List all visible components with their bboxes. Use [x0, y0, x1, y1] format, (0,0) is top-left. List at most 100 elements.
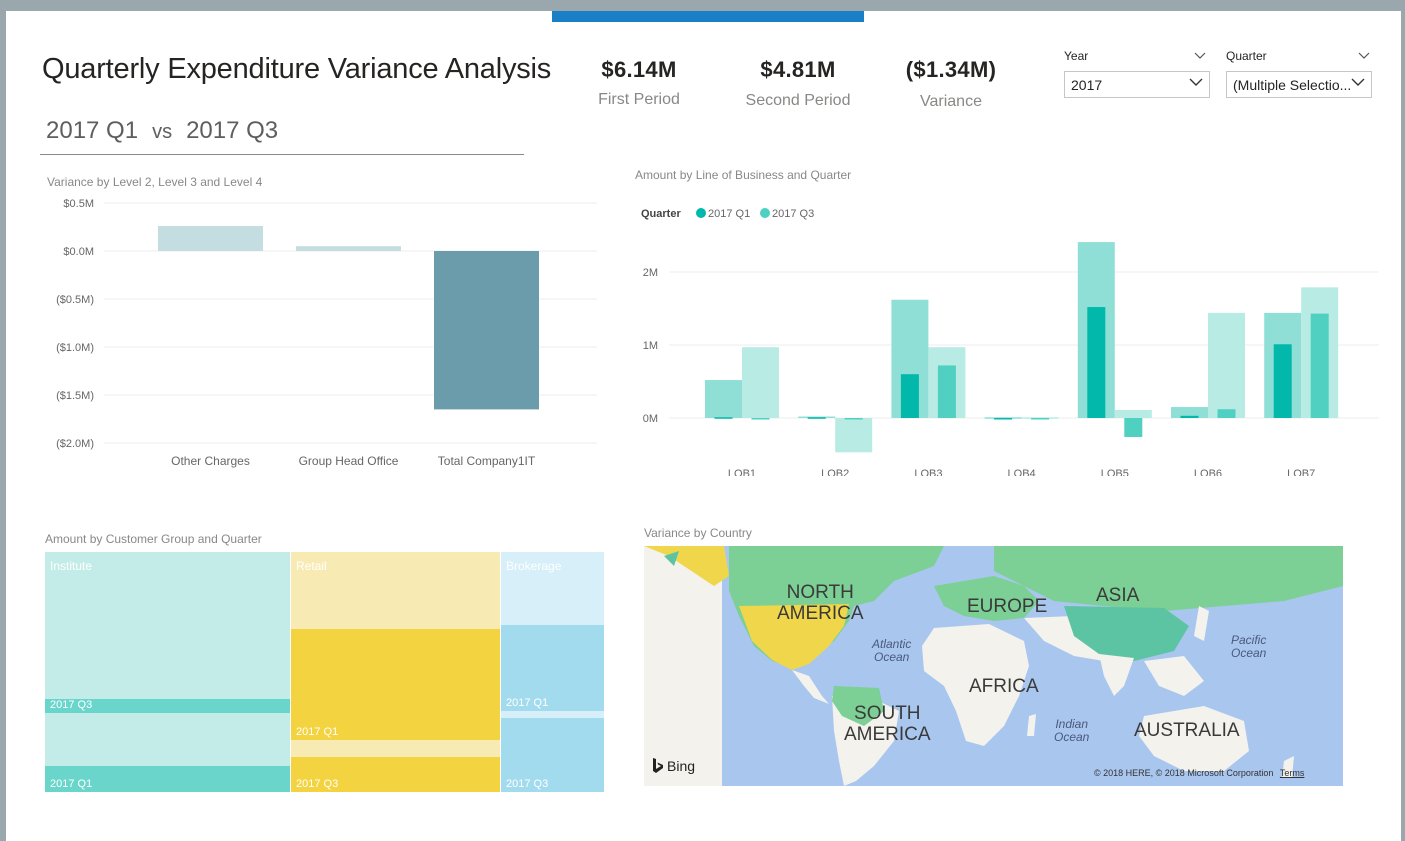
- quarter-dropdown[interactable]: (Multiple Selectio...: [1226, 71, 1372, 98]
- y-tick-label: 0M: [643, 413, 658, 425]
- quarter-slicer-label: Quarter: [1226, 49, 1267, 63]
- treemap-leaf-label: 2017 Q1: [50, 778, 93, 790]
- bing-icon: [653, 758, 663, 773]
- column-inner: [937, 365, 956, 418]
- legend-title: Quarter: [641, 208, 681, 220]
- column-outer[interactable]: [705, 380, 742, 418]
- kpi-label: Variance: [920, 93, 982, 110]
- terms-link[interactable]: Terms: [1280, 768, 1305, 778]
- map-label-line: Ocean: [1231, 646, 1267, 660]
- kpi-label: Second Period: [745, 92, 851, 109]
- treemap-leaf-label: 2017 Q1: [506, 697, 549, 709]
- variance-bar-chart[interactable]: $0.5M $0.0M ($0.5M) ($1.0M) ($1.5M) ($2.0M) Ot…: [42, 193, 602, 473]
- title-divider: [40, 154, 524, 155]
- treemap-group-label: Institute: [50, 559, 93, 573]
- map-label-north-america: NORTH AMERICA: [777, 582, 864, 624]
- y-tick-label: $0.0M: [63, 246, 94, 258]
- map-label-line: AMERICA: [777, 603, 864, 624]
- column-outer[interactable]: [742, 347, 779, 418]
- period-comparison: 2017 Q1 vs 2017 Q3: [46, 117, 278, 145]
- column-inner: [900, 374, 919, 418]
- lob-column-chart[interactable]: Quarter 2017 Q1 2017 Q3 0M 1M 2M LOB1 LOB2 LOB3 L…: [631, 191, 1381, 476]
- chevron-down-icon: [1351, 78, 1365, 86]
- map-label-line: Ocean: [1054, 730, 1090, 744]
- map-label-pacific: Pacific Ocean: [1231, 634, 1266, 660]
- y-tick-label: 2M: [643, 267, 658, 279]
- column-inner: [1180, 415, 1199, 418]
- variance-chart-title: Variance by Level 2, Level 3 and Level 4: [47, 175, 263, 189]
- treemap-title: Amount by Customer Group and Quarter: [45, 532, 262, 546]
- y-tick-label: $0.5M: [63, 198, 94, 210]
- copyright-text: © 2018 HERE, © 2018 Microsoft Corporatio…: [1094, 768, 1274, 778]
- map-label-atlantic: Atlantic Ocean: [872, 638, 911, 664]
- kpi-value: $6.14M: [601, 57, 677, 82]
- treemap-group[interactable]: Retail 2017 Q1 2017 Q3: [291, 552, 501, 792]
- kpi-variance[interactable]: ($1.34M) Variance: [891, 57, 1011, 111]
- active-tab-indicator[interactable]: [552, 11, 864, 22]
- map-label-africa: AFRICA: [969, 676, 1039, 697]
- year-slicer-label: Year: [1064, 49, 1089, 63]
- column-outer[interactable]: [835, 418, 873, 453]
- customer-group-treemap[interactable]: Institute 2017 Q3 2017 Q1 Retail 2017 Q1 2017…: [45, 552, 605, 792]
- x-tick-label: LOB3: [914, 468, 942, 476]
- column-inner: [1273, 344, 1292, 418]
- collapse-chevron-icon[interactable]: [1194, 51, 1206, 61]
- column-inner: [1124, 418, 1143, 437]
- treemap-leaf-label: 2017 Q3: [506, 778, 549, 790]
- period-b: 2017 Q3: [186, 117, 279, 144]
- x-tick-label: LOB6: [1194, 468, 1222, 476]
- treemap-group[interactable]: Brokerage 2017 Q1 2017 Q3: [501, 552, 605, 792]
- period-a: 2017 Q1: [46, 117, 139, 144]
- map-label-asia: ASIA: [1096, 585, 1140, 606]
- treemap-leaf-label: 2017 Q3: [296, 778, 339, 790]
- treemap-group-background: [45, 552, 290, 792]
- x-tick-label: Other Charges: [171, 454, 250, 468]
- kpi-value: ($1.34M): [905, 57, 997, 82]
- bar[interactable]: [434, 251, 539, 410]
- variance-map[interactable]: NORTH AMERICA EUROPE ASIA AFRICA SOUTH A…: [644, 546, 1343, 786]
- map-label-south-america: SOUTH AMERICA: [844, 703, 931, 745]
- world-map-graphic: [644, 546, 1343, 786]
- map-label-line: NORTH: [786, 582, 854, 603]
- map-title: Variance by Country: [644, 526, 752, 540]
- treemap-leaf-label: 2017 Q3: [50, 699, 93, 711]
- vs-label: vs: [152, 121, 173, 143]
- map-label-line: AMERICA: [844, 724, 931, 745]
- kpi-first-period[interactable]: $6.14M First Period: [584, 57, 694, 109]
- map-label-line: SOUTH: [854, 703, 921, 724]
- x-tick-label: LOB1: [728, 468, 756, 476]
- column-inner: [1031, 418, 1050, 420]
- column-outer[interactable]: [1114, 409, 1152, 418]
- y-tick-label: 1M: [643, 340, 658, 352]
- year-dropdown[interactable]: 2017: [1064, 71, 1210, 98]
- kpi-label: First Period: [598, 91, 680, 108]
- treemap-leaf[interactable]: [291, 629, 500, 740]
- column-inner: [1217, 409, 1236, 418]
- map-label-indian: Indian Ocean: [1054, 718, 1089, 744]
- kpi-value: $4.81M: [760, 57, 836, 82]
- quarter-slicer: Quarter (Multiple Selectio...: [1226, 49, 1372, 98]
- kpi-second-period[interactable]: $4.81M Second Period: [738, 57, 858, 110]
- x-tick-label: Group Head Office: [299, 454, 399, 468]
- column-inner: [844, 418, 863, 420]
- treemap-group-label: Brokerage: [506, 559, 562, 573]
- legend-label: 2017 Q3: [772, 208, 814, 220]
- column-inner: [714, 417, 733, 419]
- legend-marker: [760, 208, 770, 218]
- bar[interactable]: [158, 226, 263, 251]
- x-tick-label: LOB4: [1008, 468, 1036, 476]
- map-label-line: Ocean: [874, 650, 910, 664]
- quarter-dropdown-value: (Multiple Selectio...: [1233, 77, 1352, 93]
- report-title: Quarterly Expenditure Variance Analysis: [42, 53, 552, 85]
- column-outer[interactable]: [1208, 312, 1245, 418]
- treemap-group[interactable]: Institute 2017 Q3 2017 Q1: [45, 552, 291, 792]
- bar[interactable]: [296, 246, 401, 251]
- y-tick-label: ($1.5M): [56, 390, 94, 402]
- treemap-leaf-label: 2017 Q1: [296, 726, 339, 738]
- column-inner: [1087, 307, 1106, 418]
- legend-marker: [696, 208, 706, 218]
- collapse-chevron-icon[interactable]: [1358, 51, 1370, 61]
- treemap-group-label: Retail: [296, 559, 327, 573]
- x-tick-label: LOB7: [1287, 468, 1315, 476]
- column-inner: [1310, 313, 1329, 418]
